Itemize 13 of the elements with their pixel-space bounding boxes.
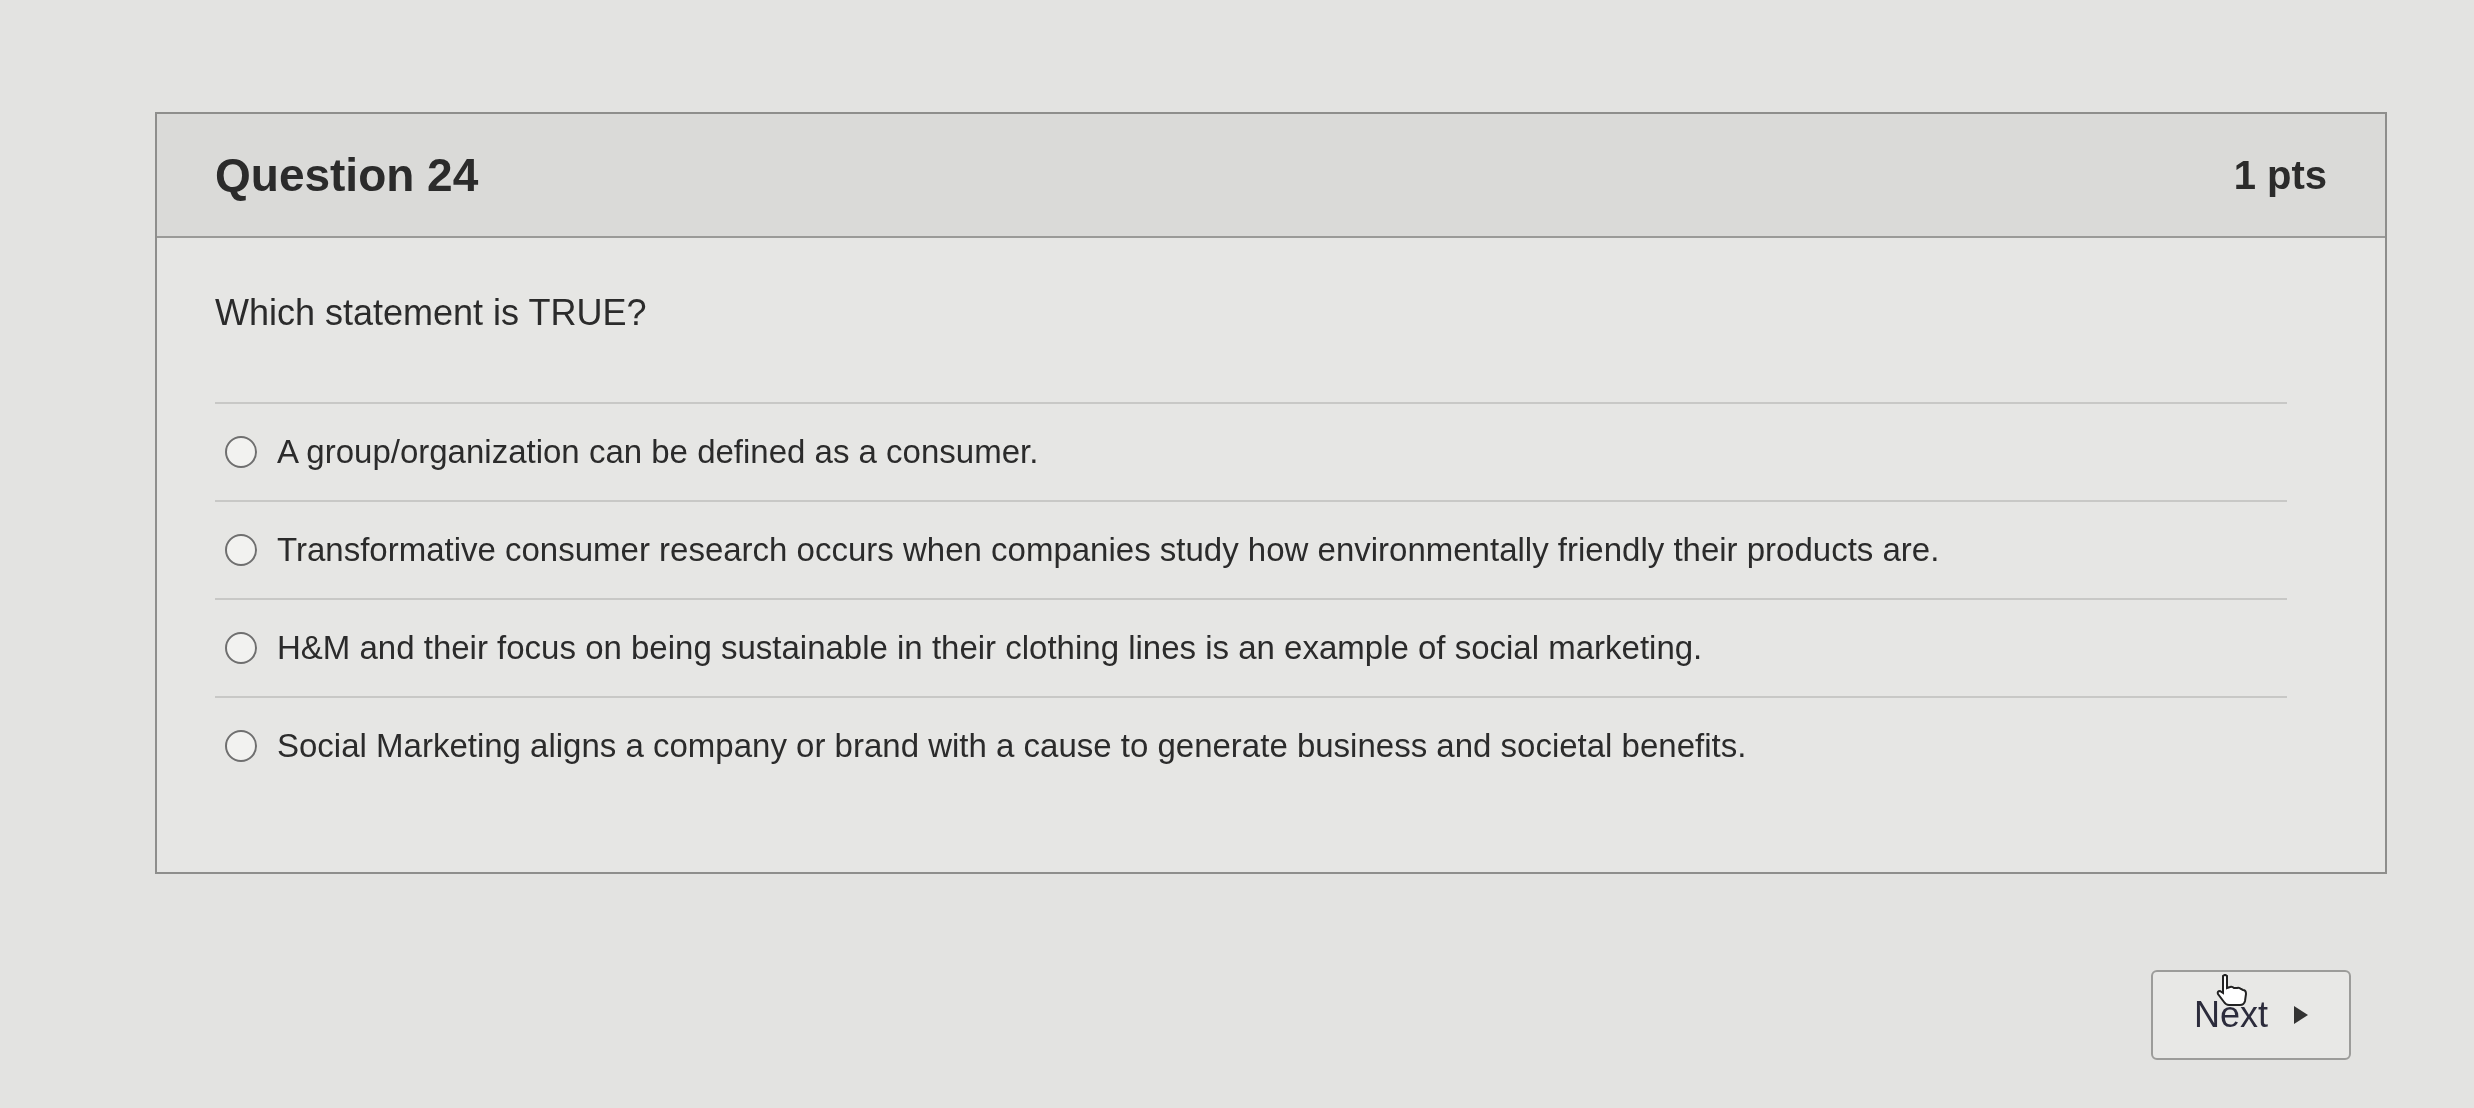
radio-button[interactable]: [225, 534, 257, 566]
radio-button[interactable]: [225, 730, 257, 762]
question-prompt: Which statement is TRUE?: [215, 291, 648, 335]
radio-button[interactable]: [225, 436, 257, 468]
next-button[interactable]: Next: [2151, 970, 2351, 1060]
triangle-right-icon: [2294, 1006, 2308, 1024]
points-label: 1 pts: [2233, 152, 2327, 199]
radio-button[interactable]: [225, 632, 257, 664]
answer-text: Transformative consumer research occurs when companies study how environmentally friendly their products are.: [277, 530, 1940, 571]
question-title: Question 24: [215, 147, 479, 203]
answer-text: H&M and their focus on being sustainable in their clothing lines is an example of social marketing.: [277, 628, 1703, 669]
answer-text: A group/organization can be defined as a consumer.: [277, 432, 1039, 473]
answer-text: Social Marketing aligns a company or brand with a cause to generate business and societal benefits.: [277, 726, 1747, 767]
